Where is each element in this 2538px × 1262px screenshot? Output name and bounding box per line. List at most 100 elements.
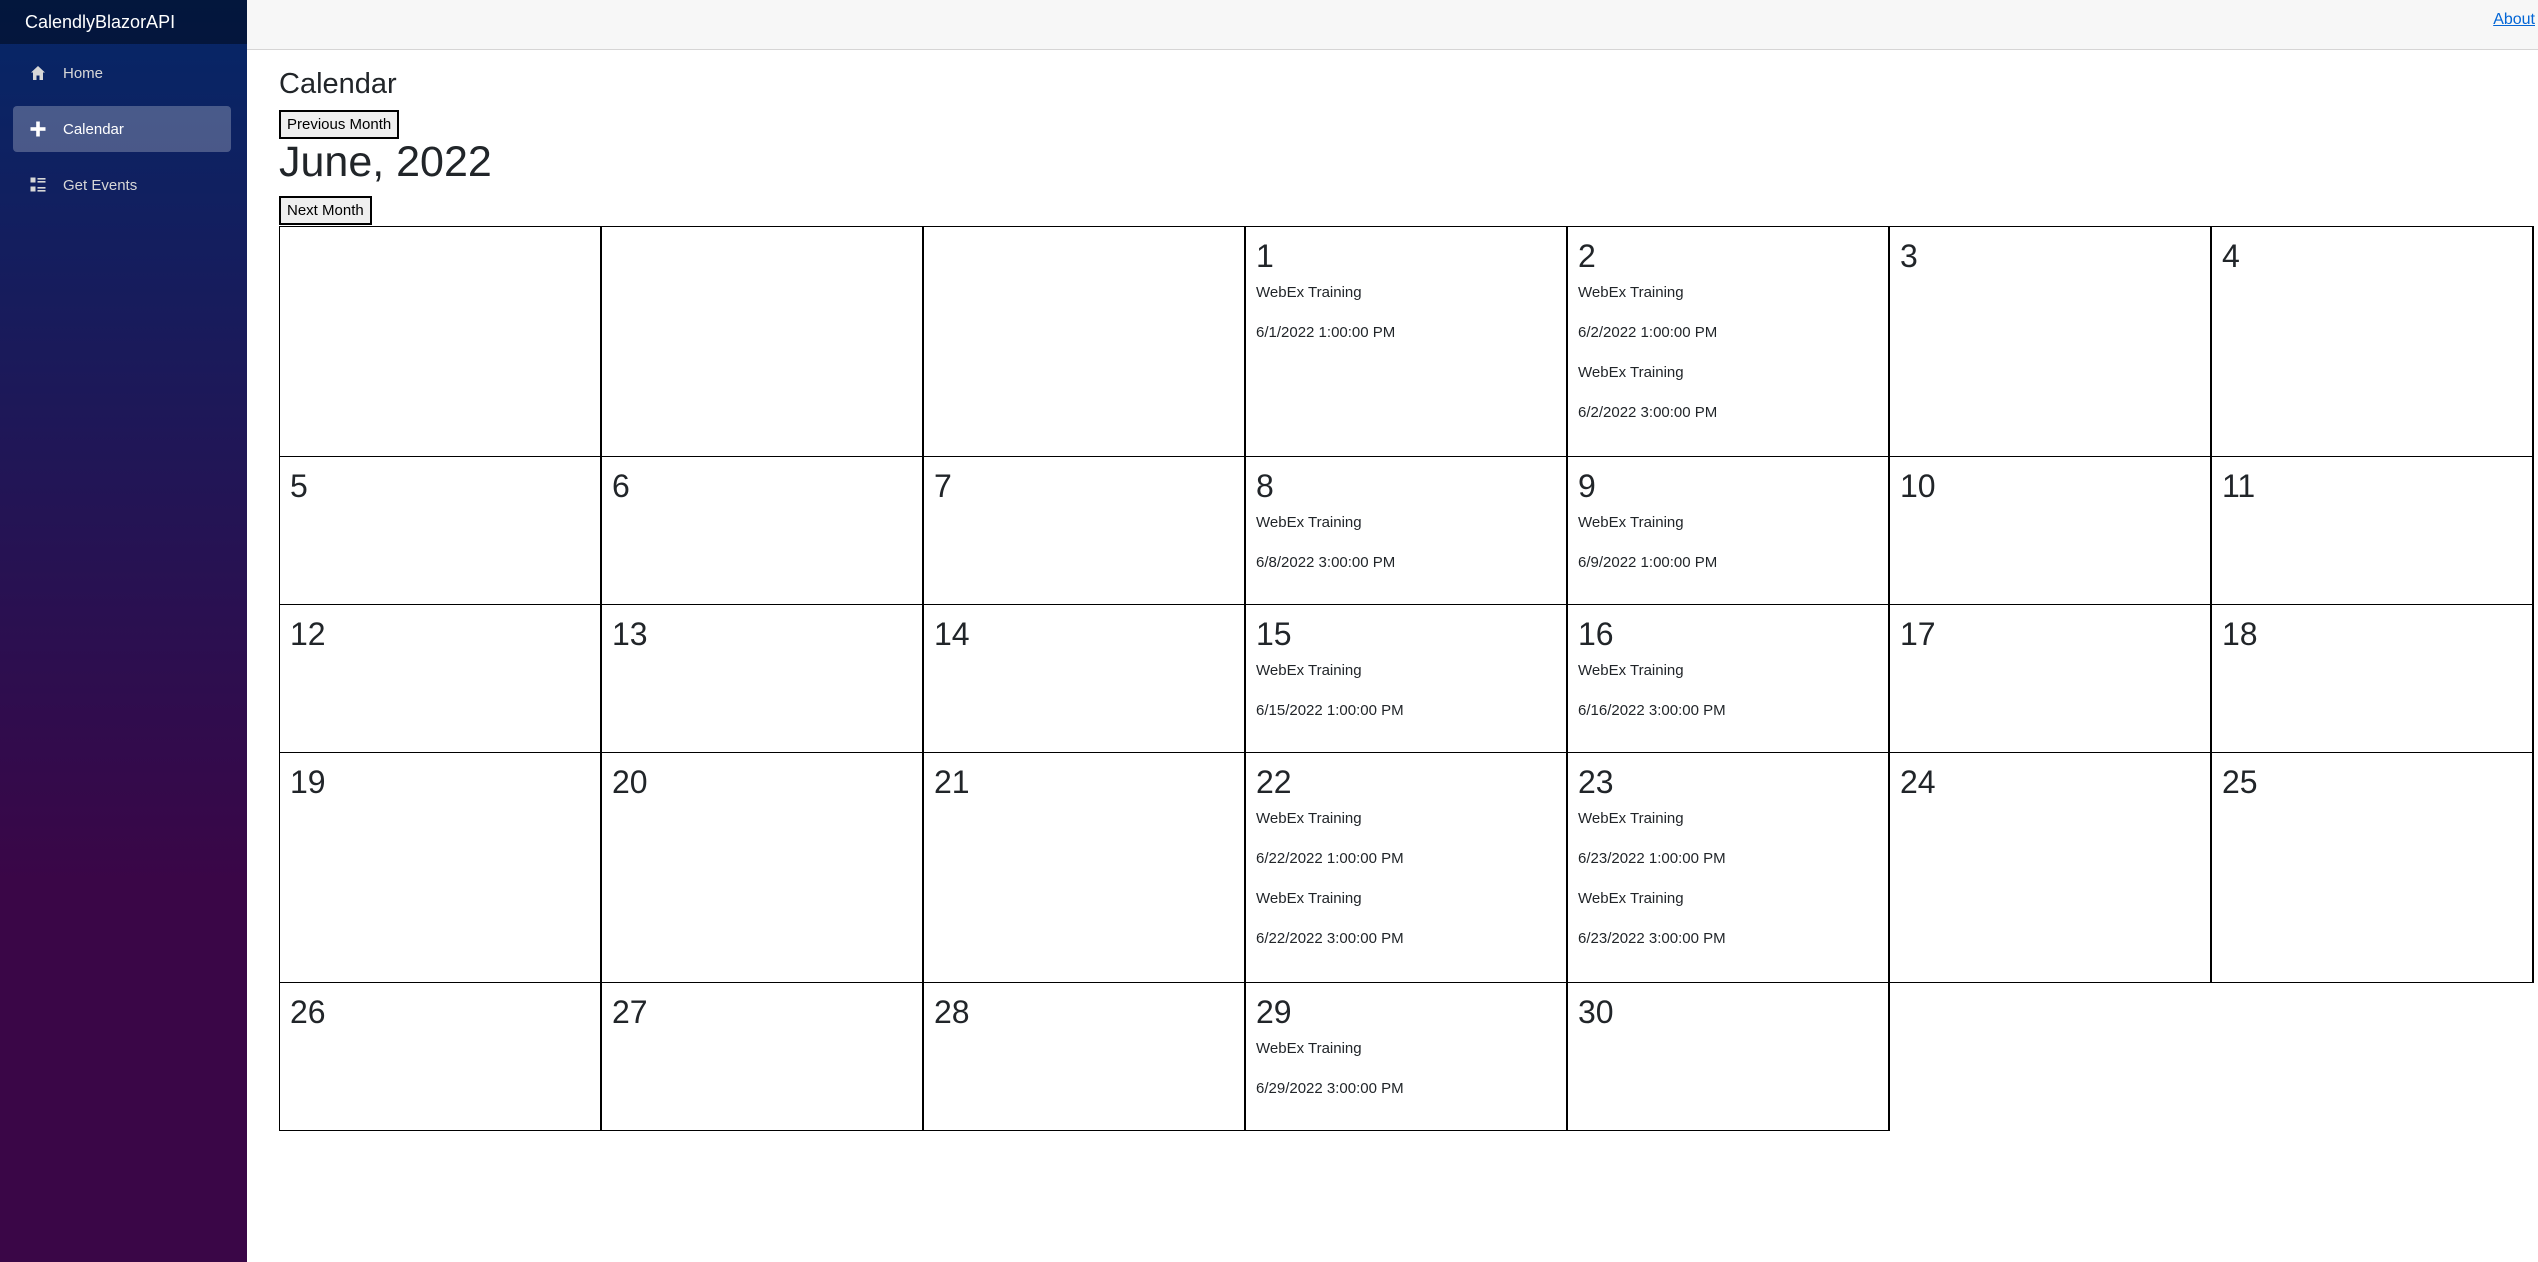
calendar-day[interactable]: 25 (2211, 752, 2534, 983)
calendar-day[interactable]: 19 (279, 752, 602, 983)
day-number: 16 (1578, 616, 1614, 652)
day-number: 30 (1578, 994, 1614, 1030)
calendar-day[interactable]: 14 (923, 604, 1246, 753)
day-number: 27 (612, 994, 648, 1030)
calendar-day[interactable] (923, 226, 1246, 457)
day-number: 22 (1256, 764, 1292, 800)
sidebar: CalendlyBlazorAPI Home Calendar Get Even… (0, 0, 247, 1262)
day-number: 11 (2222, 468, 2256, 504)
nav-item-calendar[interactable]: Calendar (13, 106, 231, 152)
event-time: 6/22/2022 1:00:00 PM (1256, 850, 1404, 867)
day-number: 14 (934, 616, 970, 652)
calendar-day[interactable]: 10 (1889, 456, 2212, 605)
calendar-day[interactable]: 8 WebEx Training 6/8/2022 3:00:00 PM (1245, 456, 1568, 605)
event-list: WebEx Training 6/9/2022 1:00:00 PM (1578, 513, 1717, 593)
calendar-day[interactable] (279, 226, 602, 457)
calendar-day[interactable]: 16 WebEx Training 6/16/2022 3:00:00 PM (1567, 604, 1890, 753)
day-number: 23 (1578, 764, 1614, 800)
event-name: WebEx Training (1578, 890, 1684, 907)
event-list: WebEx Training 6/16/2022 3:00:00 PM (1578, 661, 1726, 741)
calendar-day[interactable]: 15 WebEx Training 6/15/2022 1:00:00 PM (1245, 604, 1568, 753)
event-list: WebEx Training 6/15/2022 1:00:00 PM (1256, 661, 1404, 741)
event-name: WebEx Training (1578, 364, 1684, 381)
event-name: WebEx Training (1578, 810, 1684, 827)
day-number: 19 (290, 764, 326, 800)
day-number: 21 (934, 764, 970, 800)
list-rich-icon (28, 175, 48, 195)
calendar-day[interactable]: 18 (2211, 604, 2534, 753)
day-number: 10 (1900, 468, 1936, 504)
day-number: 15 (1256, 616, 1292, 652)
nav-item-label: Home (63, 64, 104, 82)
brand-link[interactable]: CalendlyBlazorAPI (25, 12, 175, 33)
calendar-day[interactable]: 9 WebEx Training 6/9/2022 1:00:00 PM (1567, 456, 1890, 605)
calendar-day[interactable]: 27 (601, 982, 924, 1131)
calendar-day[interactable]: 5 (279, 456, 602, 605)
day-number: 17 (1900, 616, 1936, 652)
calendar-day[interactable]: 23 WebEx Training 6/23/2022 1:00:00 PM WebE… (1567, 752, 1890, 983)
event-name: WebEx Training (1256, 284, 1362, 301)
event-time: 6/29/2022 3:00:00 PM (1256, 1080, 1404, 1097)
event-time: 6/8/2022 3:00:00 PM (1256, 554, 1396, 571)
calendar-day[interactable]: 24 (1889, 752, 2212, 983)
day-number: 4 (2222, 238, 2240, 274)
calendar-day[interactable] (601, 226, 924, 457)
page-title: Calendar (279, 68, 397, 100)
day-number: 29 (1256, 994, 1292, 1030)
event-list: WebEx Training 6/1/2022 1:00:00 PM (1256, 283, 1395, 363)
event-name: WebEx Training (1256, 1040, 1362, 1057)
day-number: 9 (1578, 468, 1596, 504)
event-name: WebEx Training (1256, 514, 1362, 531)
next-month-button[interactable]: Next Month (279, 196, 372, 225)
event-list: WebEx Training 6/8/2022 3:00:00 PM (1256, 513, 1395, 593)
day-number: 25 (2222, 764, 2258, 800)
calendar-day[interactable]: 29 WebEx Training 6/29/2022 3:00:00 PM (1245, 982, 1568, 1131)
event-time: 6/2/2022 3:00:00 PM (1578, 404, 1718, 421)
day-number: 3 (1900, 238, 1918, 274)
event-time: 6/16/2022 3:00:00 PM (1578, 702, 1726, 719)
calendar-day[interactable]: 4 (2211, 226, 2534, 457)
calendar-day[interactable]: 21 (923, 752, 1246, 983)
day-number: 1 (1256, 238, 1274, 274)
calendar-day[interactable]: 7 (923, 456, 1246, 605)
calendar-day[interactable]: 11 (2211, 456, 2534, 605)
nav-item-home[interactable]: Home (13, 50, 231, 96)
day-number: 6 (612, 468, 630, 504)
event-time: 6/9/2022 1:00:00 PM (1578, 554, 1718, 571)
calendar-day[interactable]: 26 (279, 982, 602, 1131)
event-time: 6/22/2022 3:00:00 PM (1256, 930, 1404, 947)
calendar-day[interactable]: 1 WebEx Training 6/1/2022 1:00:00 PM (1245, 226, 1568, 457)
day-number: 7 (934, 468, 952, 504)
brand-bar: CalendlyBlazorAPI (0, 0, 247, 44)
calendar-day[interactable]: 12 (279, 604, 602, 753)
calendar-day[interactable]: 22 WebEx Training 6/22/2022 1:00:00 PM WebE… (1245, 752, 1568, 983)
calendar-day[interactable]: 17 (1889, 604, 2212, 753)
event-name: WebEx Training (1578, 662, 1684, 679)
day-number: 26 (290, 994, 326, 1030)
day-number: 12 (290, 616, 326, 652)
event-time: 6/2/2022 1:00:00 PM (1578, 324, 1718, 341)
calendar-day[interactable]: 30 (1567, 982, 1890, 1131)
day-number: 8 (1256, 468, 1274, 504)
event-name: WebEx Training (1578, 514, 1684, 531)
about-link[interactable]: About (2493, 11, 2535, 29)
calendar-day[interactable]: 2 WebEx Training 6/2/2022 1:00:00 PM WebEx … (1567, 226, 1890, 457)
nav-item-label: Calendar (63, 120, 124, 138)
nav-menu: Home Calendar Get Events (0, 44, 247, 208)
plus-icon (28, 119, 48, 139)
event-time: 6/1/2022 1:00:00 PM (1256, 324, 1396, 341)
day-number: 2 (1578, 238, 1596, 274)
calendar-day[interactable]: 13 (601, 604, 924, 753)
event-list: WebEx Training 6/2/2022 1:00:00 PM WebEx T… (1578, 283, 1717, 443)
calendar-day[interactable]: 20 (601, 752, 924, 983)
event-time: 6/15/2022 1:00:00 PM (1256, 702, 1404, 719)
nav-item-get-events[interactable]: Get Events (13, 162, 231, 208)
top-row: About (247, 0, 2538, 50)
calendar-day[interactable]: 3 (1889, 226, 2212, 457)
previous-month-button[interactable]: Previous Month (279, 110, 400, 139)
calendar-day[interactable]: 6 (601, 456, 924, 605)
month-title: June, 2022 (279, 138, 492, 186)
event-time: 6/23/2022 3:00:00 PM (1578, 930, 1726, 947)
calendar-day[interactable]: 28 (923, 982, 1246, 1131)
event-list: WebEx Training 6/23/2022 1:00:00 PM WebEx … (1578, 809, 1726, 969)
